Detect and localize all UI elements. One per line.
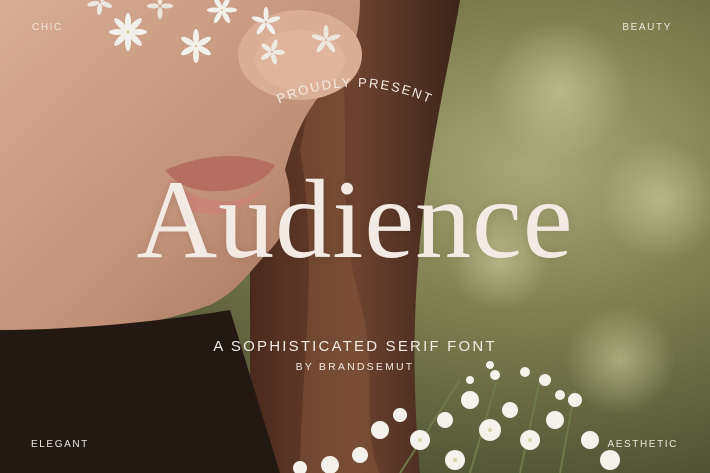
byline: BY BRANDSEMUT <box>295 361 415 373</box>
svg-text:PROUDLY PRESENT: PROUDLY PRESENT <box>274 75 435 106</box>
corner-label-bottom-left: ELEGANT <box>31 439 89 450</box>
corner-label-bottom-right: AESTHETIC <box>607 439 678 450</box>
corner-label-top-left: CHIC <box>32 22 63 33</box>
intro-text: PROUDLY PRESENT <box>274 75 433 106</box>
font-title: Audience <box>136 158 574 282</box>
corner-label-top-right: BEAUTY <box>622 22 672 33</box>
tagline: A SOPHISTICATED SERIF FONT <box>213 338 497 355</box>
